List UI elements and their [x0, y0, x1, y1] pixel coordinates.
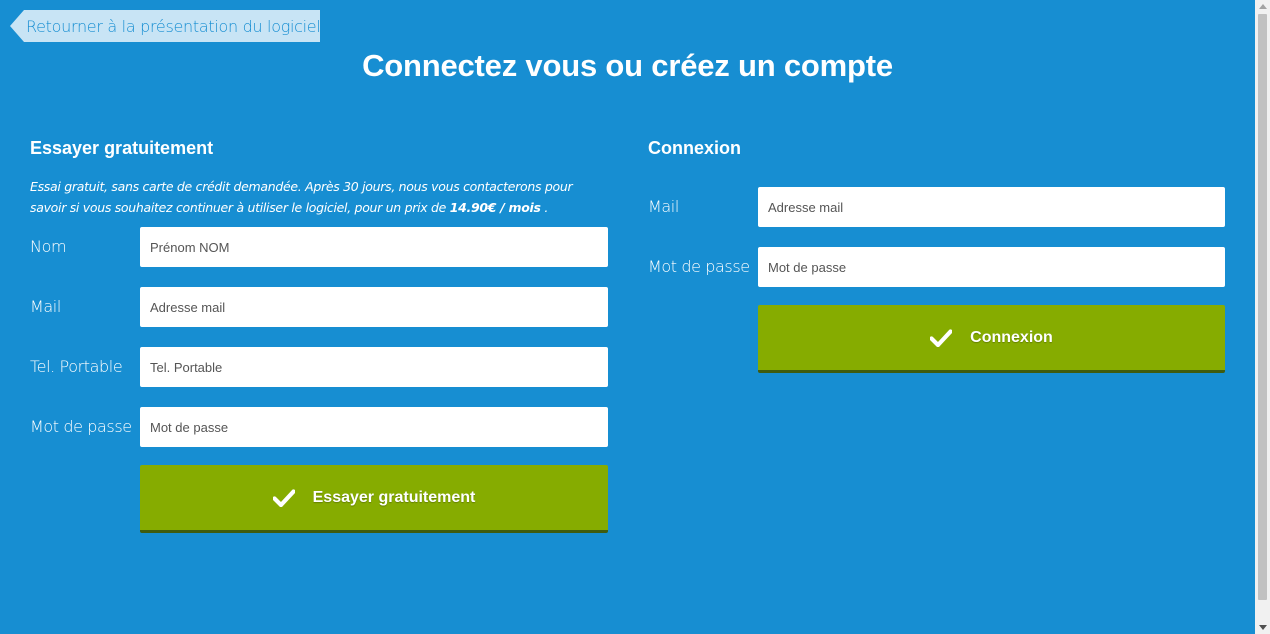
back-link-label: Retourner à la présentation du logiciel — [24, 10, 321, 42]
login-password-label: Mot de passe — [648, 257, 750, 276]
back-arrow-icon — [10, 10, 24, 42]
login-mail-input[interactable] — [758, 187, 1225, 227]
signup-submit-button[interactable]: Essayer gratuitement — [140, 465, 608, 533]
signup-mail-label: Mail — [30, 297, 61, 316]
signup-intro: Essai gratuit, sans carte de crédit dema… — [30, 176, 608, 218]
signup-phone-input[interactable] — [140, 347, 608, 387]
scroll-down-icon[interactable] — [1259, 625, 1267, 630]
page-scrollbar[interactable] — [1255, 0, 1270, 634]
signup-name-label: Nom — [30, 237, 67, 256]
login-password-input[interactable] — [758, 247, 1225, 287]
signup-name-input[interactable] — [140, 227, 608, 267]
signup-intro-price: 14.90€ / mois — [449, 200, 541, 215]
signup-mail-input[interactable] — [140, 287, 608, 327]
login-title: Connexion — [648, 138, 741, 158]
signup-password-input[interactable] — [140, 407, 608, 447]
check-icon — [272, 488, 295, 507]
scroll-up-icon[interactable] — [1259, 4, 1267, 9]
signup-submit-label: Essayer gratuitement — [312, 488, 476, 506]
page-title: Connectez vous ou créez un compte — [362, 48, 893, 83]
signup-phone-label: Tel. Portable — [30, 357, 123, 376]
check-icon — [930, 328, 953, 347]
signup-intro-end: . — [540, 200, 549, 215]
signup-password-label: Mot de passe — [30, 417, 132, 436]
scrollbar-thumb[interactable] — [1258, 14, 1267, 600]
back-to-presentation-link[interactable]: Retourner à la présentation du logiciel — [10, 10, 321, 42]
signup-title: Essayer gratuitement — [30, 138, 214, 158]
login-submit-label: Connexion — [970, 328, 1053, 346]
login-mail-label: Mail — [648, 197, 679, 216]
login-submit-button[interactable]: Connexion — [758, 305, 1225, 373]
